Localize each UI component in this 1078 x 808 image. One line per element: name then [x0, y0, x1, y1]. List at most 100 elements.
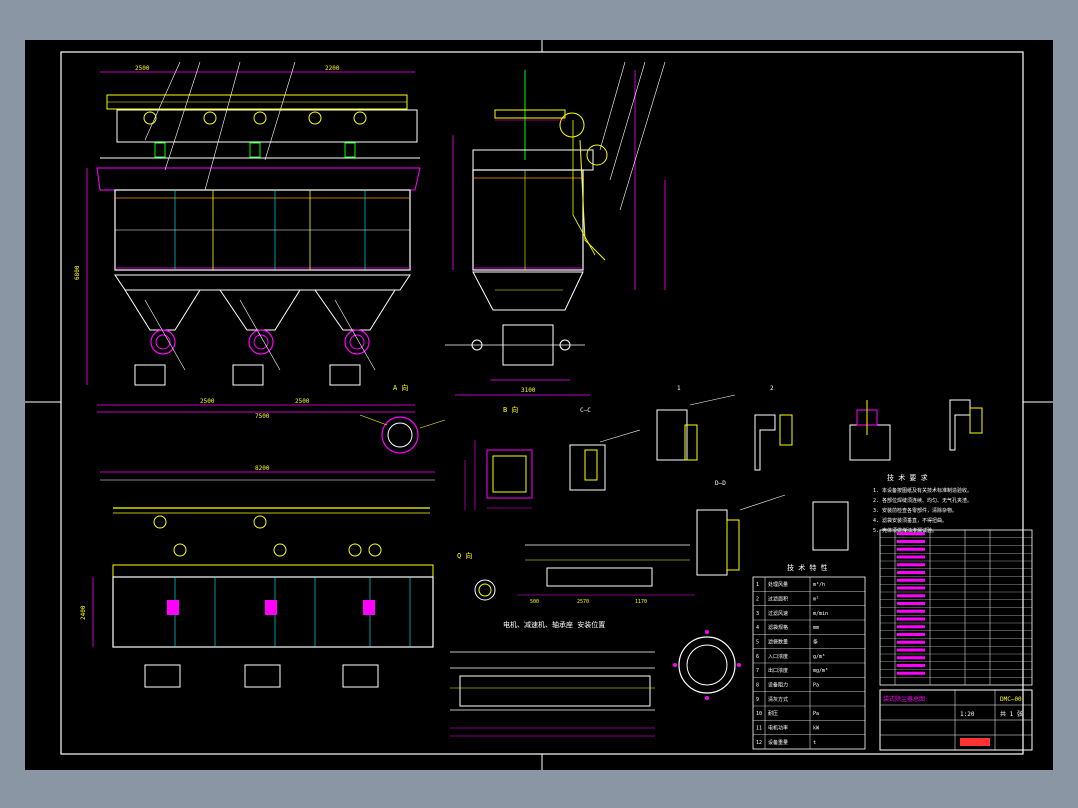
view-q: Q 向 — [457, 551, 496, 601]
title-block: 袋式除尘器总图 DMC—00 1:20 共 1 张 — [879, 689, 1033, 751]
dim-side-depth: 3100 — [521, 387, 536, 394]
part-row-mark — [897, 563, 925, 567]
cad-drawing: 2500 2200 6800 2500 2500 7500 3100 A 向 B… — [25, 40, 1053, 770]
label-tech-requirements: 技 术 要 求 — [887, 473, 928, 482]
parts-list — [879, 529, 1033, 686]
label-plan-title: 电机、减速机、轴承座 安装位置 — [503, 620, 605, 629]
spec-row-name: 出口浓度 — [768, 667, 788, 674]
dim-sec-3: 1170 — [635, 599, 647, 605]
tech-req-line-1: 1. 本设备按图纸及有关技术标准制造验收。 — [873, 487, 972, 494]
side-elevation: 3100 — [445, 61, 666, 396]
part-row-mark — [897, 532, 925, 536]
part-row-mark — [897, 664, 925, 667]
part-row-mark — [897, 602, 925, 605]
spec-row-unit: 条 — [813, 639, 818, 646]
detail-2: 2 — [754, 385, 793, 471]
label-tech-specs: 技 术 特 性 — [787, 563, 828, 572]
tech-req-line-3: 3. 安装前检查各零部件，清除杂物。 — [873, 507, 957, 514]
spec-row-no: 12 — [756, 740, 762, 746]
spec-row-unit: Pa — [813, 683, 819, 689]
detail-3 — [849, 400, 891, 461]
label-section-2: 2 — [770, 385, 774, 392]
detail-cc: C—C — [569, 407, 641, 491]
spec-row-name: 设备重量 — [768, 739, 788, 746]
dim-bottom-a: 2500 — [200, 398, 215, 405]
part-row-mark — [897, 625, 925, 629]
dim-bottom-b: 2500 — [295, 398, 310, 405]
motor-layout: 电机、减速机、轴承座 安装位置 — [450, 620, 655, 737]
spec-row-no: 2 — [756, 597, 759, 603]
spec-row-unit: m³/h — [813, 582, 825, 588]
tech-req-line-2: 2. 各部位焊缝须连续、均匀、无气孔夹渣。 — [873, 497, 972, 504]
title-scale: 1:20 — [960, 711, 975, 718]
spec-row-no: 11 — [756, 726, 762, 732]
detail-b: B 向 — [464, 405, 533, 510]
label-section-dd: D—D — [715, 480, 726, 487]
part-row-mark — [897, 540, 925, 543]
title-drawing-no: DMC—00 — [1000, 696, 1022, 703]
part-row-mark — [897, 648, 925, 652]
spec-row-unit: mm — [813, 625, 819, 631]
spec-row-unit: m² — [813, 597, 819, 603]
part-row-mark — [897, 586, 925, 590]
dim-sec-2: 2570 — [577, 599, 589, 605]
dim-bottom-total: 7500 — [255, 413, 270, 420]
part-row-mark — [897, 547, 925, 551]
detail-a: A 向 — [359, 383, 446, 454]
part-row-mark — [897, 571, 925, 574]
plan-view: 8200 2400 — [80, 465, 435, 688]
part-row-mark — [897, 617, 925, 621]
dim-sec-1: 500 — [530, 599, 539, 605]
beam-section-1: 500 2570 1170 — [517, 544, 695, 605]
front-elevation: 2500 2200 6800 2500 2500 7500 — [74, 61, 421, 420]
small-plate — [812, 501, 849, 551]
spec-row-name: 过滤风速 — [768, 610, 788, 617]
dim-plan-width: 2400 — [80, 605, 87, 620]
flange-ring — [673, 630, 741, 700]
label-view-q: Q 向 — [457, 551, 472, 560]
spec-row-no: 4 — [756, 625, 759, 631]
spec-row-no: 9 — [756, 697, 759, 703]
spec-row-no: 5 — [756, 640, 759, 646]
part-row-mark — [897, 555, 925, 559]
spec-row-name: 设备阻力 — [768, 682, 788, 689]
detail-4 — [949, 399, 983, 451]
title-drawing-name: 袋式除尘器总图 — [883, 695, 925, 703]
spec-row-no: 7 — [756, 668, 759, 674]
dim-top-left: 2500 — [135, 65, 150, 72]
spec-row-name: 耐压 — [768, 710, 778, 717]
part-row-mark — [897, 671, 925, 675]
tech-req-line-4: 4. 滤袋安装须垂直，不得扭曲。 — [873, 517, 947, 524]
label-view-b: B 向 — [503, 405, 518, 414]
title-sheet: 共 1 张 — [1000, 710, 1023, 718]
spec-row-no: 1 — [756, 582, 759, 588]
spec-row-name: 入口浓度 — [768, 653, 788, 660]
label-section-cc: C—C — [580, 407, 591, 414]
spec-row-unit: g/m³ — [813, 654, 825, 660]
spec-row-no: 3 — [756, 611, 759, 617]
detail-dd: D—D — [696, 480, 786, 576]
dim-top-mid: 2200 — [325, 65, 340, 72]
part-row-mark — [897, 640, 925, 644]
spec-row-unit: Pa — [813, 711, 819, 717]
spec-row-unit: kW — [813, 726, 820, 732]
label-view-a: A 向 — [393, 383, 408, 392]
spec-row-name: 电机功率 — [768, 725, 788, 732]
dim-plan-total: 8200 — [255, 465, 270, 472]
spec-row-name: 滤袋规格 — [768, 624, 788, 631]
part-row-mark — [897, 578, 925, 582]
spec-row-no: 10 — [756, 711, 762, 717]
tech-requirements: 技 术 要 求 1. 本设备按图纸及有关技术标准制造验收。 2. 各部位焊缝须连… — [873, 473, 972, 534]
spec-row-unit: mg/m³ — [813, 668, 828, 674]
part-row-mark — [897, 656, 925, 660]
spec-row-unit: t — [813, 740, 816, 746]
part-row-mark — [897, 609, 925, 613]
spec-row-no: 8 — [756, 683, 759, 689]
dim-side-height: 6800 — [74, 265, 81, 280]
label-section-1: 1 — [677, 385, 681, 392]
spec-row-name: 滤袋数量 — [768, 639, 788, 646]
part-row-mark — [897, 594, 925, 598]
part-row-mark — [897, 633, 925, 636]
drawing-sheet: 2500 2200 6800 2500 2500 7500 3100 A 向 B… — [25, 40, 1053, 770]
spec-row-name: 清灰方式 — [768, 696, 788, 703]
